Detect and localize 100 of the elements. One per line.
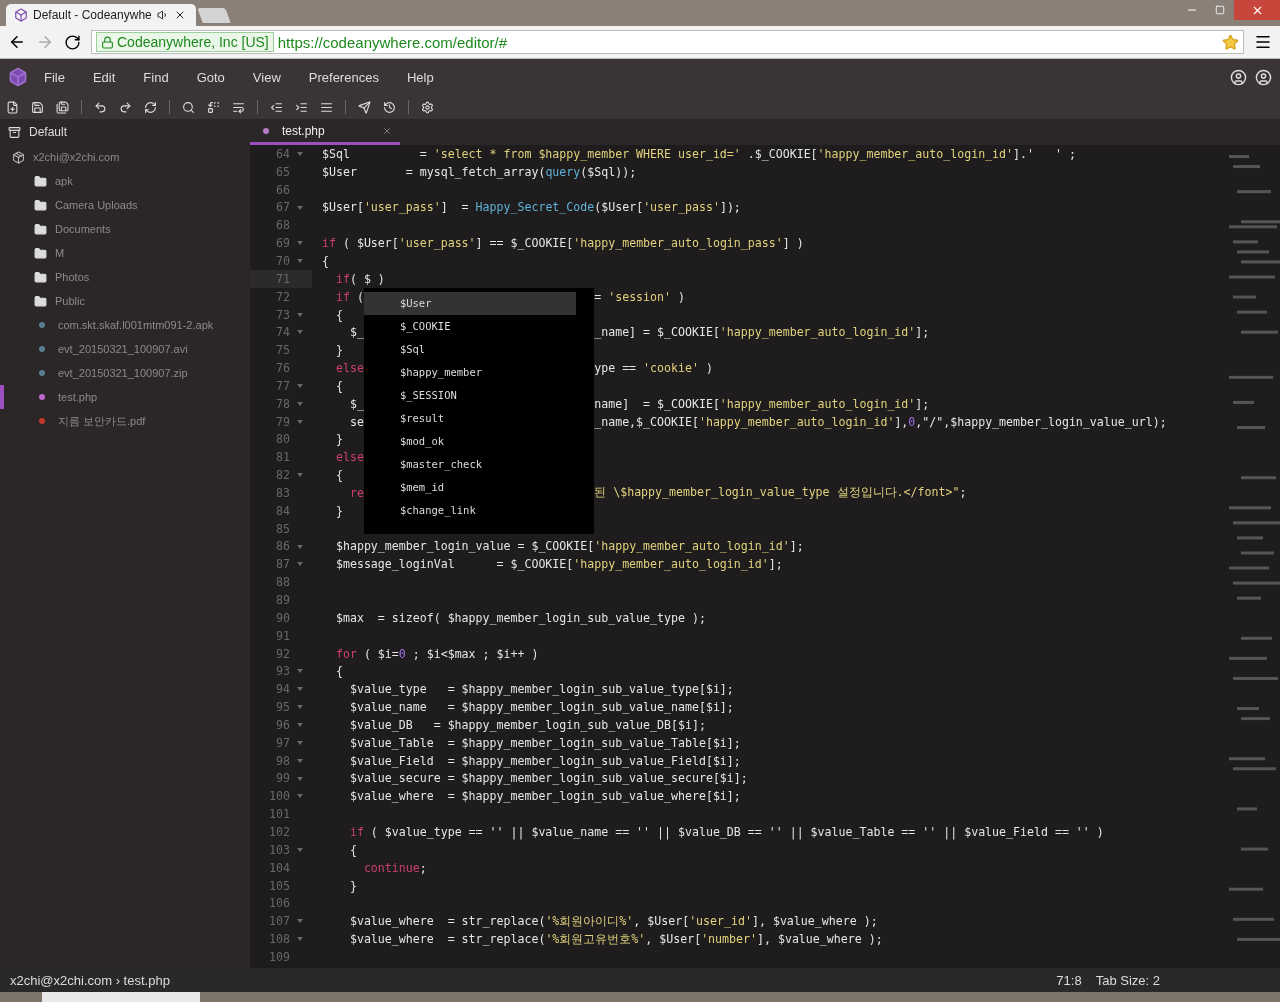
line-number: 103 [269, 842, 290, 857]
browser-tab[interactable]: Default - Codeanywhe [6, 4, 196, 26]
autocomplete-item[interactable]: $Sql [363, 337, 576, 361]
code-line: { [334, 664, 343, 679]
code-line: else [334, 450, 364, 465]
autocomplete-item[interactable]: $master_check [363, 452, 576, 476]
new-file-icon[interactable] [6, 100, 19, 114]
fold-arrow-icon[interactable] [297, 776, 303, 781]
user-icon[interactable] [1255, 68, 1272, 86]
fold-arrow-icon[interactable] [297, 401, 303, 406]
php-file-icon [39, 394, 45, 400]
fold-arrow-icon[interactable] [297, 473, 303, 478]
user-icon[interactable] [1230, 68, 1247, 86]
tree-item[interactable]: Photos [0, 265, 250, 289]
fold-arrow-icon[interactable] [297, 312, 303, 317]
fold-arrow-icon[interactable] [297, 241, 303, 246]
fold-arrow-icon[interactable] [297, 937, 303, 942]
fold-arrow-icon[interactable] [297, 847, 303, 852]
star-icon[interactable] [1222, 33, 1239, 51]
fold-arrow-icon[interactable] [297, 794, 303, 799]
fold-arrow-icon[interactable] [297, 544, 303, 549]
code-line: $value_DB = $happy_member_login_sub_value_DB[$i]; [348, 717, 706, 732]
search-icon[interactable] [182, 100, 195, 114]
menu-item[interactable]: File [32, 69, 77, 85]
line-number: 77 [276, 378, 290, 393]
send-icon[interactable] [358, 100, 371, 114]
code-line: $Sql = 'select * from $happy_member WHERE user_id=' .$_COOKIE['happy_member_auto_login_id'].' ' ; [322, 146, 1076, 161]
tree-item[interactable]: x2chi@x2chi.com [0, 145, 250, 169]
line-number: 98 [276, 753, 290, 768]
undo-icon[interactable] [94, 100, 107, 114]
fold-arrow-icon[interactable] [297, 259, 303, 264]
code-line: } [334, 432, 343, 447]
save-all-icon[interactable] [56, 100, 69, 114]
save-icon[interactable] [31, 100, 44, 114]
redo-icon[interactable] [119, 100, 132, 114]
fold-arrow-icon[interactable] [297, 152, 303, 156]
fold-arrow-icon[interactable] [297, 562, 303, 567]
autocomplete-item[interactable]: $User [363, 291, 576, 315]
tree-item[interactable]: evt_20150321_100907.zip [0, 361, 250, 385]
line-number: 88 [276, 575, 290, 590]
line-number: 96 [276, 717, 290, 732]
settings-icon[interactable] [421, 100, 434, 114]
outdent-icon[interactable] [270, 100, 283, 114]
tree-item[interactable]: M [0, 241, 250, 265]
menu-item[interactable]: Preferences [296, 69, 391, 85]
fold-arrow-icon[interactable] [297, 330, 303, 335]
browser-tab-title: Default - Codeanywhe [33, 8, 152, 22]
tab-size[interactable]: Tab Size: 2 [1095, 972, 1160, 988]
speaker-icon [156, 9, 169, 21]
line-number: 73 [276, 307, 290, 322]
certificate-owner[interactable]: Codeanywhere, Inc [US] [96, 32, 274, 52]
autocomplete-item[interactable]: $happy_member [363, 360, 576, 384]
tree-item[interactable]: evt_20150321_100907.avi [0, 337, 250, 361]
tree-item[interactable]: com.skt.skaf.l001mtm091-2.apk [0, 313, 250, 337]
autocomplete-item[interactable]: $mod_ok [363, 429, 576, 453]
tree-item[interactable]: Documents [0, 217, 250, 241]
tree-item[interactable]: Camera Uploads [0, 193, 250, 217]
indent-icon[interactable] [295, 100, 308, 114]
code-line: $User = mysql_fetch_array(query($Sql)); [322, 164, 637, 179]
wrap-icon[interactable] [232, 100, 245, 114]
fold-arrow-icon[interactable] [297, 669, 303, 674]
fold-arrow-icon[interactable] [297, 419, 303, 424]
close-window-button[interactable] [1234, 0, 1280, 20]
autocomplete-item[interactable]: $result [363, 406, 576, 430]
tree-item[interactable]: Public [0, 289, 250, 313]
menu-item[interactable]: Goto [184, 69, 237, 85]
replace-icon[interactable] [207, 100, 220, 114]
refresh-icon[interactable] [144, 100, 157, 114]
menu-icon[interactable] [1254, 33, 1272, 51]
forward-icon[interactable] [36, 33, 54, 51]
line-number: 90 [276, 610, 290, 625]
autocomplete-item[interactable]: $mem_id [363, 475, 576, 499]
autocomplete-item[interactable]: $change_link [363, 498, 576, 522]
fold-arrow-icon[interactable] [297, 723, 303, 727]
back-icon[interactable] [8, 33, 26, 51]
autocomplete-item[interactable]: $_COOKIE [363, 314, 576, 338]
menu-item[interactable]: Edit [80, 69, 128, 85]
line-number: 106 [269, 896, 290, 911]
menu-item[interactable]: View [240, 69, 293, 85]
fold-arrow-icon[interactable] [297, 687, 303, 692]
new-tab-button[interactable] [197, 8, 231, 23]
align-icon[interactable] [320, 100, 333, 114]
reload-icon[interactable] [64, 33, 81, 51]
fold-arrow-icon[interactable] [297, 919, 303, 924]
fold-arrow-icon[interactable] [297, 205, 303, 210]
tree-item[interactable]: apk [0, 169, 250, 193]
history-icon[interactable] [383, 100, 396, 114]
fold-arrow-icon[interactable] [297, 705, 303, 710]
fold-arrow-icon[interactable] [297, 383, 303, 388]
line-number: 109 [269, 949, 290, 964]
autocomplete-item[interactable]: $_SESSION [363, 383, 576, 407]
fold-arrow-icon[interactable] [297, 758, 303, 763]
tree-item[interactable]: 지름 보안카드.pdf [0, 409, 250, 433]
line-number: 86 [276, 539, 290, 554]
fold-arrow-icon[interactable] [297, 740, 303, 745]
menu-item[interactable]: Find [131, 69, 181, 85]
menu-item[interactable]: Help [394, 69, 446, 85]
address-field[interactable]: Codeanywhere, Inc [US] https://codeanywhere.com/editor/# [91, 30, 1244, 54]
code-line: = 'session' ) [594, 289, 685, 304]
code-line: { [322, 254, 329, 268]
